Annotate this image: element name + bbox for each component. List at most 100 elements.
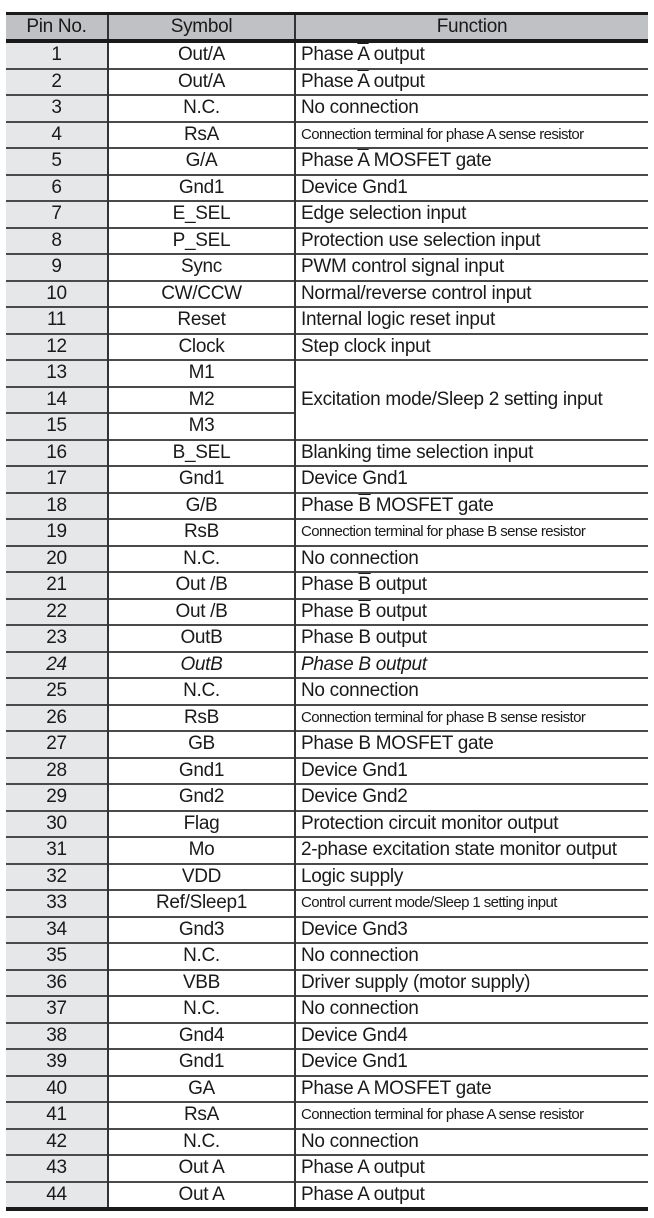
table-row: 4 RsA Connection terminal for phase A sens… <box>6 120 648 148</box>
function-cell: Phase B MOSFET gate <box>294 491 648 519</box>
symbol-cell: Gnd2 <box>107 783 295 811</box>
symbol-cell: RsA <box>107 1101 295 1129</box>
pin-number-cell: 21 <box>6 571 108 599</box>
symbol-cell: Gnd1 <box>107 465 295 493</box>
inverted-signal-label: A <box>357 70 369 92</box>
symbol-cell: RsB <box>107 518 295 546</box>
function-cell: Excitation mode/Sleep 2 setting input <box>294 359 648 440</box>
pin-number-cell: 13 <box>6 359 108 387</box>
symbol-cell: Flag <box>107 809 295 837</box>
function-text: Phase <box>301 44 358 66</box>
table-row: 2 Out/A Phase A output <box>6 67 648 95</box>
function-cell: Device Gnd1 <box>294 1048 648 1076</box>
symbol-cell: G/A <box>107 147 295 175</box>
symbol-cell: Out /B <box>107 571 295 599</box>
header-pin-no: Pin No. <box>6 13 108 43</box>
pin-number-cell: 35 <box>6 942 108 970</box>
symbol-cell: N.C. <box>107 942 295 970</box>
pin-number-cell: 16 <box>6 438 108 466</box>
function-cell: Phase B output <box>294 571 648 599</box>
function-text: Phase <box>301 574 359 596</box>
function-cell: Connection terminal for phase B sense re… <box>294 518 648 546</box>
symbol-cell: Out/A <box>107 41 295 69</box>
function-cell: Phase B output <box>294 624 648 652</box>
symbol-cell: OutB <box>107 650 295 678</box>
table-row: 9 Sync PWM control signal input <box>6 253 648 281</box>
symbol-cell: Mo <box>107 836 295 864</box>
pin-number-cell: 25 <box>6 677 108 705</box>
function-cell: Phase A output <box>294 41 648 69</box>
pin-number-cell: 31 <box>6 836 108 864</box>
function-cell: Normal/reverse control input <box>294 279 648 307</box>
symbol-cell: B_SEL <box>107 438 295 466</box>
symbol-cell: Gnd1 <box>107 173 295 201</box>
pin-number-cell: 12 <box>6 332 108 360</box>
table-row: 1 Out/A Phase A output <box>6 41 648 69</box>
table-row: 35 N.C. No connection <box>6 942 648 970</box>
table-row: 27 GB Phase B MOSFET gate <box>6 730 648 758</box>
symbol-cell: M2 <box>107 385 295 413</box>
function-text: output <box>368 70 425 92</box>
header-symbol: Symbol <box>107 13 295 43</box>
symbol-cell: Ref/Sleep1 <box>107 889 295 917</box>
pin-number-cell: 30 <box>6 809 108 837</box>
pin-number-cell: 39 <box>6 1048 108 1076</box>
table-body: 1 Out/A Phase A output 2 Out/A Phase A output… <box>6 41 648 1209</box>
table-row: 25 N.C. No connection <box>6 677 648 705</box>
header-function: Function <box>294 13 648 43</box>
table-row: 22 Out /B Phase B output <box>6 597 648 625</box>
table-row: 31 Mo 2-phase excitation state monitor out… <box>6 836 648 864</box>
function-cell: Phase B MOSFET gate <box>294 730 648 758</box>
symbol-cell: N.C. <box>107 544 295 572</box>
function-cell: Connection terminal for phase A sense re… <box>294 1101 648 1129</box>
pin-number-cell: 44 <box>6 1180 108 1209</box>
symbol-cell: Out /B <box>107 597 295 625</box>
table-row: 3 N.C. No connection <box>6 94 648 122</box>
function-cell: Connection terminal for phase A sense re… <box>294 120 648 148</box>
function-text: MOSFET gate <box>370 494 494 516</box>
table-row: 39 Gnd1 Device Gnd1 <box>6 1048 648 1076</box>
symbol-cell: Clock <box>107 332 295 360</box>
symbol-cell: CW/CCW <box>107 279 295 307</box>
pin-number-cell: 43 <box>6 1154 108 1182</box>
function-text: output <box>368 44 425 66</box>
pin-number-cell: 17 <box>6 465 108 493</box>
symbol-cell: VDD <box>107 862 295 890</box>
inverted-signal-label: A <box>357 150 369 172</box>
table-row: 37 N.C. No connection <box>6 995 648 1023</box>
pin-number-cell: 23 <box>6 624 108 652</box>
function-cell: Protection use selection input <box>294 226 648 254</box>
function-cell: Phase A MOSFET gate <box>294 1074 648 1102</box>
function-text: Phase <box>301 494 359 516</box>
symbol-cell: Gnd4 <box>107 1021 295 1049</box>
pin-number-cell: 22 <box>6 597 108 625</box>
table-row: 5 G/A Phase A MOSFET gate <box>6 147 648 175</box>
pin-number-cell: 9 <box>6 253 108 281</box>
table-row: 24 OutB Phase B output <box>6 650 648 678</box>
symbol-cell: Out A <box>107 1154 295 1182</box>
function-cell: Phase A output <box>294 1180 648 1209</box>
function-text: output <box>370 574 427 596</box>
function-cell: Phase A MOSFET gate <box>294 147 648 175</box>
function-cell: Internal logic reset input <box>294 306 648 334</box>
symbol-cell: Gnd3 <box>107 915 295 943</box>
pin-number-cell: 14 <box>6 385 108 413</box>
function-cell: Device Gnd1 <box>294 756 648 784</box>
table-row: 44 Out A Phase A output <box>6 1180 648 1209</box>
pin-number-cell: 2 <box>6 67 108 95</box>
function-cell: Connection terminal for phase B sense re… <box>294 703 648 731</box>
table-row: 34 Gnd3 Device Gnd3 <box>6 915 648 943</box>
pin-number-cell: 19 <box>6 518 108 546</box>
table-row: 43 Out A Phase A output <box>6 1154 648 1182</box>
pin-number-cell: 10 <box>6 279 108 307</box>
symbol-cell: Out/A <box>107 67 295 95</box>
pin-number-cell: 4 <box>6 120 108 148</box>
pin-number-cell: 33 <box>6 889 108 917</box>
symbol-cell: Out A <box>107 1180 295 1209</box>
symbol-cell: M1 <box>107 359 295 387</box>
table-row: 19 RsB Connection terminal for phase B sen… <box>6 518 648 546</box>
function-text: Phase <box>301 70 358 92</box>
function-cell: Phase B output <box>294 650 648 678</box>
pin-number-cell: 29 <box>6 783 108 811</box>
function-cell: Device Gnd2 <box>294 783 648 811</box>
